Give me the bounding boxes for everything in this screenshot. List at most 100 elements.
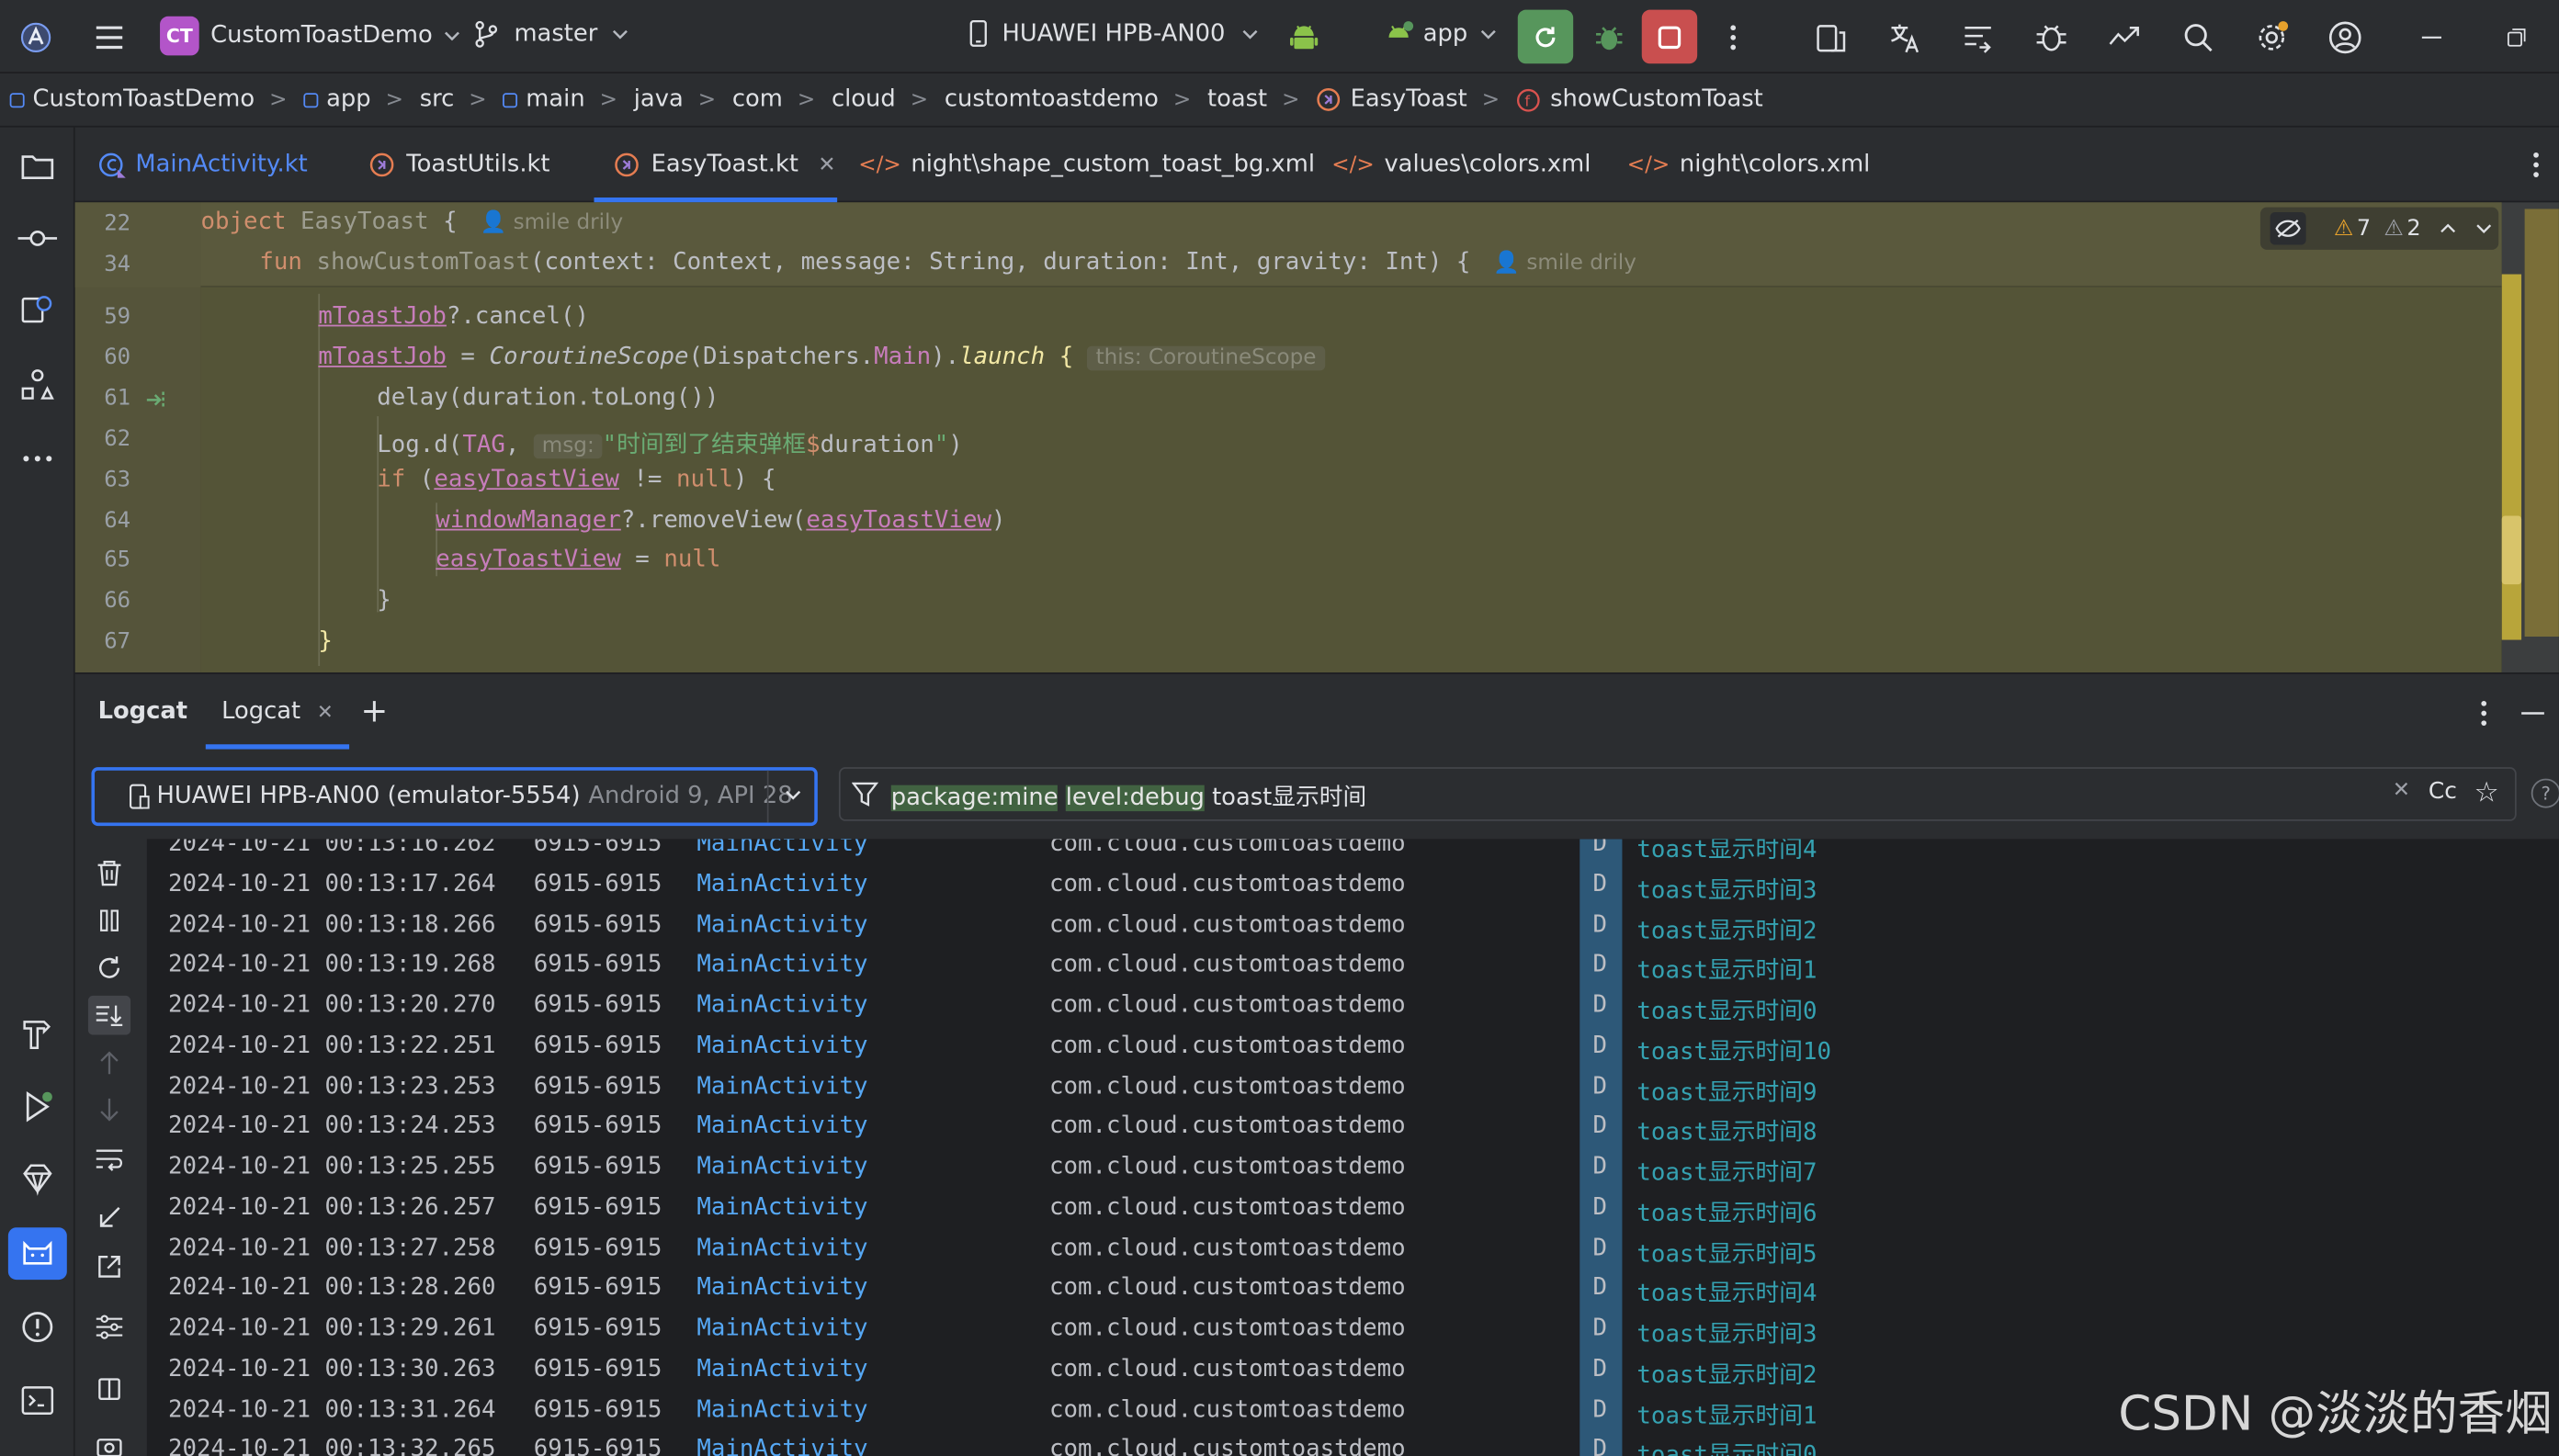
reader-mode-eye-icon[interactable] [2270, 211, 2306, 245]
breadcrumb-item-java[interactable]: java [634, 86, 684, 112]
settings-gear-icon[interactable] [2248, 17, 2294, 59]
breadcrumb-item-com[interactable]: com [732, 86, 783, 112]
logcat-options-icon[interactable] [2471, 697, 2497, 730]
previous-occurrence-icon[interactable] [88, 1043, 130, 1082]
logcat-cat-icon[interactable] [7, 1227, 67, 1281]
favorite-star-icon[interactable]: ☆ [2474, 777, 2499, 810]
build-hammer-icon[interactable] [8, 1007, 67, 1059]
tab-logcat[interactable]: Logcat ✕ [205, 674, 350, 750]
sticky-line-function[interactable]: fun showCustomToast(context: Context, me… [259, 250, 1636, 276]
profiler-icon[interactable] [2029, 17, 2075, 59]
log-row[interactable]: 2024-10-21 00:13:27.258 6915-6915 MainActi… [147, 1230, 2559, 1270]
help-icon[interactable]: ? [2531, 778, 2559, 808]
split-panels-icon[interactable] [88, 1370, 130, 1409]
structure-icon[interactable] [8, 359, 67, 412]
logcat-output[interactable]: 2024-10-21 00:13:16.262 6915-6915 MainActi… [146, 839, 2559, 1456]
log-row[interactable]: 2024-10-21 00:13:23.253 6915-6915 MainActi… [147, 1068, 2559, 1109]
clear-logcat-trash-icon[interactable] [88, 853, 130, 893]
device-manager-icon[interactable] [1808, 17, 1854, 59]
search-icon[interactable] [2176, 17, 2222, 59]
sync-gradle-icon[interactable] [1955, 17, 2001, 59]
app-quality-icon[interactable] [2102, 17, 2148, 59]
device-selector[interactable]: HUAWEI HPB-AN00 [969, 19, 1258, 47]
restore-window-icon[interactable] [2496, 19, 2538, 55]
next-occurrence-icon[interactable] [88, 1090, 130, 1130]
tab-toast-utils[interactable]: ToastUtils.kt [368, 128, 550, 203]
add-tab-plus-icon[interactable]: + [361, 691, 389, 730]
main-menu-icon[interactable] [86, 18, 132, 58]
soft-wrap-icon[interactable] [88, 1139, 130, 1179]
log-row[interactable]: 2024-10-21 00:13:16.262 6915-6915 MainActi… [147, 839, 2559, 866]
log-row[interactable]: 2024-10-21 00:13:24.253 6915-6915 MainActi… [147, 1109, 2559, 1149]
breadcrumb-item-project[interactable]: CustomToastDemo [9, 86, 255, 113]
breadcrumb-item-toast[interactable]: toast [1207, 86, 1267, 112]
tabs-more-icon[interactable] [2523, 147, 2549, 183]
chevron-up-icon[interactable] [2440, 223, 2457, 233]
close-tab-icon[interactable]: ✕ [317, 700, 334, 723]
breadcrumb-item-package[interactable]: customtoastdemo [945, 86, 1159, 112]
code-line-66[interactable]: } [377, 588, 391, 614]
restart-icon[interactable] [88, 948, 130, 988]
rerun-button[interactable] [1517, 9, 1574, 64]
breadcrumb-item-cloud[interactable]: cloud [832, 86, 896, 112]
tab-night-colors[interactable]: </> night\colors.xml [1627, 128, 1871, 203]
stop-button[interactable] [1641, 9, 1698, 64]
screenshot-camera-icon[interactable] [88, 1427, 130, 1456]
minimize-window-icon[interactable] [2410, 19, 2452, 55]
device-dropdown[interactable]: HUAWEI HPB-AN00 (emulator-5554) Android … [91, 767, 818, 827]
scroll-thumb[interactable] [2501, 515, 2522, 585]
vcs-branch-selector[interactable]: master [473, 19, 628, 49]
resource-manager-icon[interactable] [8, 284, 67, 336]
fold-lines-icon[interactable] [88, 1198, 130, 1237]
logcat-settings-icon[interactable] [88, 1307, 130, 1347]
pause-icon[interactable] [88, 901, 130, 941]
terminal-icon[interactable] [8, 1374, 67, 1427]
export-icon[interactable] [88, 1247, 130, 1287]
close-tab-icon[interactable]: ✕ [818, 152, 835, 177]
tab-values-colors[interactable]: </> values\colors.xml [1331, 128, 1591, 203]
run-window-icon[interactable] [8, 1080, 67, 1133]
log-row[interactable]: 2024-10-21 00:13:20.270 6915-6915 MainActi… [147, 988, 2559, 1028]
more-tool-windows-icon[interactable] [8, 433, 67, 485]
translate-icon[interactable] [1882, 17, 1928, 59]
debug-icon[interactable] [1588, 17, 1630, 59]
code-editor[interactable]: object EasyToast {👤 smile drily fun show… [200, 202, 2502, 673]
editor-scrollbar-map[interactable] [2501, 202, 2559, 673]
log-row[interactable]: 2024-10-21 00:13:22.251 6915-6915 MainActi… [147, 1028, 2559, 1068]
problems-icon[interactable] [8, 1301, 67, 1353]
log-row[interactable]: 2024-10-21 00:13:17.264 6915-6915 MainActi… [147, 866, 2559, 907]
log-row[interactable]: 2024-10-21 00:13:18.266 6915-6915 MainActi… [147, 907, 2559, 947]
project-folder-icon[interactable] [8, 141, 67, 193]
code-line-64[interactable]: windowManager?.removeView(easyToastView) [436, 508, 1005, 534]
android-icon[interactable] [1283, 17, 1325, 59]
tab-shape-custom-toast-bg[interactable]: </> night\shape_custom_toast_bg.xml [858, 128, 1315, 203]
code-line-67[interactable]: } [318, 628, 333, 654]
breadcrumb-item-app[interactable]: app [303, 86, 371, 113]
log-row[interactable]: 2024-10-21 00:13:29.261 6915-6915 MainActi… [147, 1311, 2559, 1351]
log-row[interactable]: 2024-10-21 00:13:25.255 6915-6915 MainActi… [147, 1149, 2559, 1190]
sticky-line-object[interactable]: object EasyToast {👤 smile drily [200, 209, 623, 234]
code-line-65[interactable]: easyToastView = null [436, 547, 720, 572]
breadcrumb-item-method[interactable]: f showCustomToast [1516, 86, 1763, 113]
app-quality-insights-icon[interactable] [8, 1152, 67, 1204]
inspection-widget[interactable]: ⚠ 7 ⚠ 2 [2259, 207, 2499, 250]
breadcrumb-item-src[interactable]: src [420, 86, 455, 112]
filter-funnel-icon[interactable] [852, 782, 881, 807]
log-row[interactable]: 2024-10-21 00:13:26.257 6915-6915 MainActi… [147, 1190, 2559, 1230]
scroll-to-end-icon[interactable] [87, 995, 131, 1035]
breadcrumb-item-main[interactable]: main [503, 86, 585, 113]
breadcrumb-item-class[interactable]: EasyToast [1316, 86, 1467, 113]
chevron-down-icon[interactable] [2476, 223, 2493, 233]
logcat-filter-input[interactable]: package:mine level:debug toast显示时间 ✕ Cc … [838, 767, 2517, 821]
match-case-toggle[interactable]: Cc [2429, 779, 2457, 805]
log-row[interactable]: 2024-10-21 00:13:19.268 6915-6915 MainActi… [147, 947, 2559, 988]
code-line-60[interactable]: mToastJob = CoroutineScope(Dispatchers.M… [318, 344, 1325, 370]
code-line-63[interactable]: if (easyToastView != null) { [377, 467, 776, 492]
account-icon[interactable] [2322, 17, 2368, 59]
commit-icon[interactable] [8, 212, 67, 265]
hide-panel-icon[interactable] [2519, 697, 2545, 730]
code-line-62[interactable]: Log.d(TAG, msg: "时间到了结束弹框$duration") [377, 426, 962, 460]
tab-easy-toast[interactable]: EasyToast.kt ✕ [594, 128, 838, 203]
project-switcher[interactable]: CT CustomToastDemo [160, 16, 460, 56]
log-row[interactable]: 2024-10-21 00:13:28.260 6915-6915 MainActi… [147, 1270, 2559, 1311]
